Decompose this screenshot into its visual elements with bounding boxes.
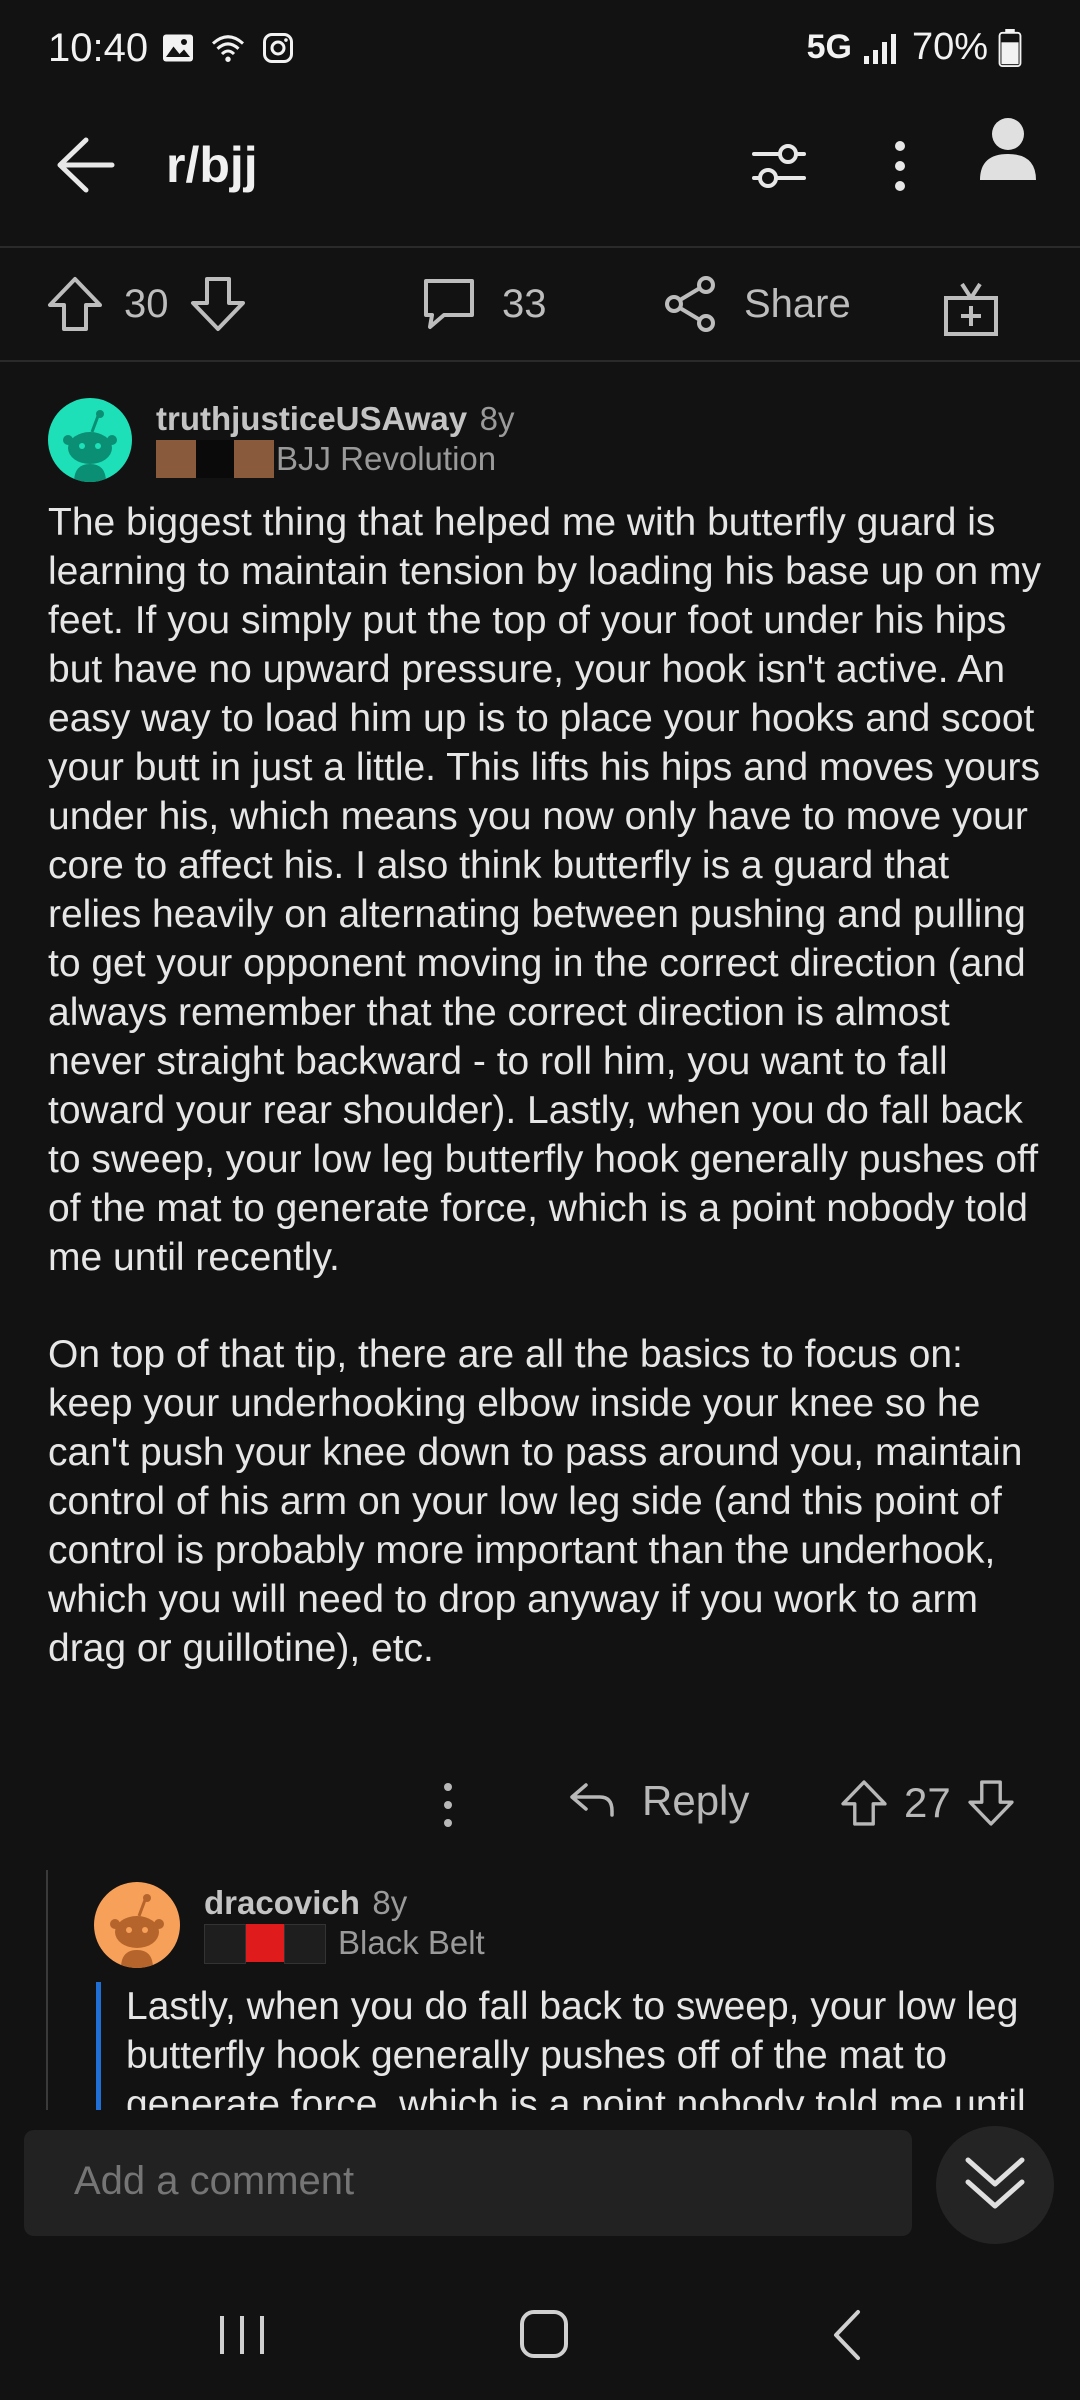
nav-back-icon[interactable] <box>808 2300 888 2370</box>
flair-text: BJJ Revolution <box>276 440 497 477</box>
comment-author[interactable]: truthjusticeUSAway <box>156 400 467 437</box>
profile-icon[interactable] <box>968 110 1048 190</box>
gallery-icon <box>163 34 193 62</box>
instagram-icon <box>263 33 293 63</box>
status-right: 5G 70% <box>807 26 1022 69</box>
vote-group: 30 <box>44 270 249 338</box>
reply-quote: Lastly, when you do fall back to sweep, … <box>126 1985 1026 2110</box>
home-icon[interactable] <box>504 2300 584 2370</box>
flair-text: Black Belt <box>338 1924 485 1961</box>
recent-apps-icon[interactable] <box>202 2300 282 2370</box>
comment-input[interactable] <box>72 2158 876 2205</box>
battery-icon <box>998 28 1022 67</box>
comment-actions: Reply 27 <box>0 1765 1080 1845</box>
reply-author[interactable]: dracovich <box>204 1884 360 1921</box>
comment-composer[interactable] <box>24 2130 912 2236</box>
comment-more-icon[interactable] <box>428 1777 468 1833</box>
comment-upvote-icon[interactable] <box>838 1775 890 1831</box>
upvote-count: 30 <box>124 281 169 326</box>
comment-paragraph: On top of that tip, there are all the ba… <box>48 1333 1023 1670</box>
back-arrow-icon[interactable] <box>50 130 120 200</box>
comment-count: 33 <box>502 281 547 326</box>
share-label: Share <box>744 281 851 326</box>
status-time: 10:40 <box>48 26 149 70</box>
more-options-icon[interactable] <box>880 136 920 196</box>
sort-filter-icon[interactable] <box>748 136 810 196</box>
flair-belt-icon <box>204 1924 326 1964</box>
share-icon <box>665 276 715 332</box>
reply-arrow-icon <box>570 1783 614 1817</box>
network-label: 5G <box>806 28 852 66</box>
reply-comment: dracovich 8y Black Belt Lastly, when you… <box>0 1870 1080 2110</box>
app-bar: r/bjj <box>0 100 1080 248</box>
comment-bubble-icon <box>424 279 474 329</box>
signal-icon <box>863 33 896 64</box>
quote-bar <box>96 1982 101 2110</box>
comment-score: 27 <box>904 1779 951 1826</box>
thread-line <box>46 1870 48 2110</box>
status-bar: 10:40 5G 70% <box>0 0 1080 100</box>
flair-belt-icon <box>156 440 274 478</box>
reply-button[interactable]: Reply <box>566 1775 749 1827</box>
reply-meta: dracovich 8y <box>204 1884 407 1922</box>
battery-percent: 70% <box>911 26 988 68</box>
status-icons-left <box>160 30 296 66</box>
comment-meta: truthjusticeUSAway 8y <box>156 400 514 438</box>
snoo-icon <box>110 1894 164 1968</box>
reply-label: Reply <box>642 1777 750 1824</box>
upvote-icon[interactable] <box>44 273 106 335</box>
comment-flair: BJJ Revolution <box>156 440 496 478</box>
wifi-icon <box>211 35 245 62</box>
comment-vote-group: 27 <box>838 1775 1017 1831</box>
downvote-icon[interactable] <box>187 273 249 335</box>
next-comment-button[interactable] <box>936 2126 1054 2244</box>
comment-downvote-icon[interactable] <box>965 1775 1017 1831</box>
comments-button[interactable]: 33 <box>418 270 547 338</box>
snoo-icon <box>63 410 117 482</box>
system-nav-bar <box>0 2270 1080 2400</box>
reply-age: 8y <box>372 1884 408 1921</box>
snoo-avatar[interactable] <box>48 398 132 482</box>
share-button[interactable]: Share <box>660 270 851 338</box>
chevron-double-down-icon <box>965 2157 1025 2209</box>
reply-avatar[interactable] <box>94 1882 180 1968</box>
comment-body: The biggest thing that helped me with bu… <box>48 498 1042 1673</box>
subreddit-title[interactable]: r/bjj <box>166 136 258 194</box>
comment-age: 8y <box>479 400 515 437</box>
post-action-bar: 30 33 Share <box>0 248 1080 362</box>
award-gift-icon[interactable] <box>940 278 1002 340</box>
comment-paragraph: The biggest thing that helped me with bu… <box>48 501 1041 1279</box>
reply-flair: Black Belt <box>204 1924 485 1964</box>
